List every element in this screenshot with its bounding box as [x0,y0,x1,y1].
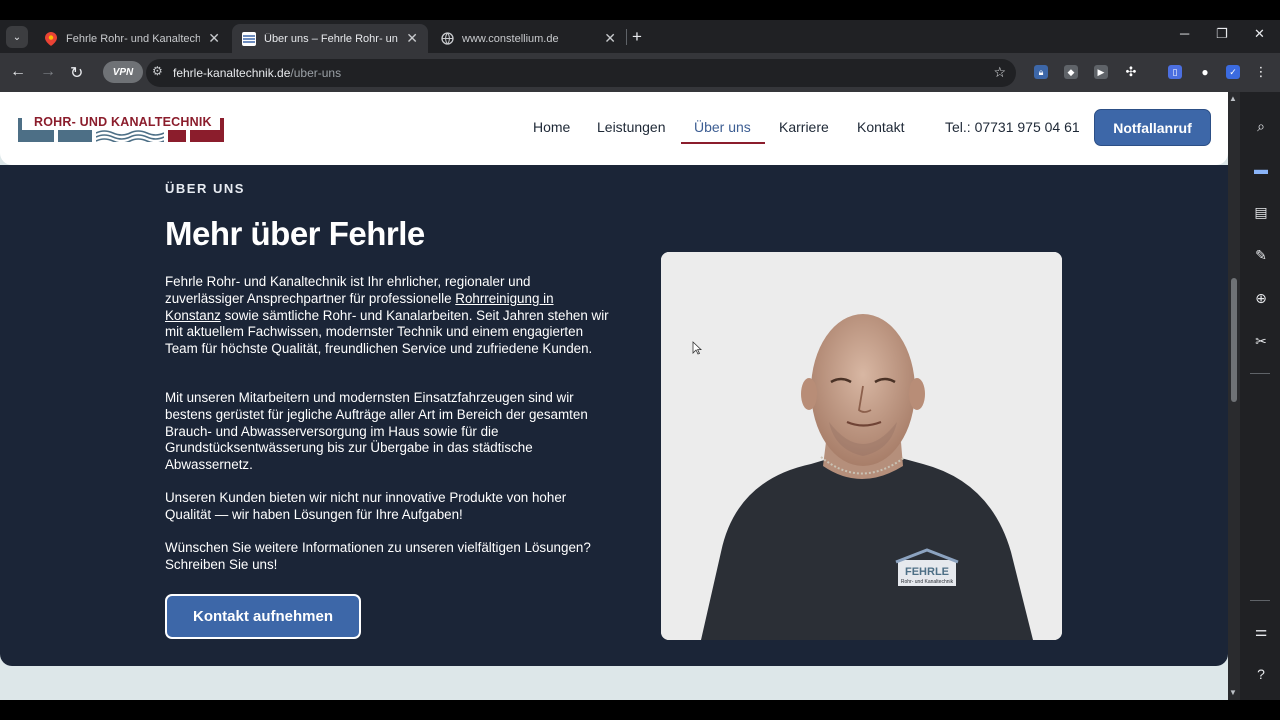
back-icon[interactable]: ← [10,63,26,81]
scroll-down-icon[interactable]: ▼ [1229,688,1237,697]
logo-blue-segment [18,130,54,142]
more-menu-icon[interactable]: ⋮ [1254,64,1268,79]
site-favicon-icon [242,31,256,46]
team-member-photo: FEHRLE Rohr- und Kanaltechnik [661,252,1062,640]
page-title: Mehr über Fehrle [165,215,425,252]
mouse-cursor-icon [692,341,702,355]
nav-kontakt[interactable]: Kontakt [857,119,904,135]
address-bar[interactable]: ⚙ fehrle-kanaltechnik.de/uber-uns ☆ [146,59,1016,87]
close-window-icon[interactable]: ✕ [1254,26,1265,42]
sidebar-toggle-icon[interactable]: ▯ [1168,65,1182,79]
url-host: fehrle-kanaltechnik.de [173,66,291,80]
portrait-illustration: FEHRLE Rohr- und Kanaltechnik [661,252,1062,640]
profile-icon[interactable]: ● [1198,65,1212,79]
contact-invite-paragraph: Wünschen Sie weitere Informationen zu un… [165,540,591,572]
screen-bottom-bar [0,700,1280,720]
logo-text: ROHR- UND KANALTECHNIK [34,115,212,129]
bookmark-star-icon[interactable]: ☆ [993,64,1006,81]
nav-leistungen[interactable]: Leistungen [597,119,666,135]
team-paragraph: Mit unseren Mitarbeitern und modernsten … [165,390,588,473]
logo-red-segment [168,130,186,142]
solutions-paragraph: Unseren Kunden bieten wir nicht nur inno… [165,490,567,522]
company-logo[interactable]: ROHR- UND KANALTECHNIK [18,112,224,144]
extensions-puzzle-icon[interactable]: ✣ [1124,64,1138,79]
password-manager-icon[interactable]: ✓ [1226,65,1240,79]
tab-ueber-uns[interactable]: Über uns – Fehrle Rohr- und Ka ✕ [232,24,428,53]
logo-red-segment [190,130,224,142]
video-extension-icon[interactable]: ▶ [1094,65,1108,79]
url-text: fehrle-kanaltechnik.de/uber-uns [173,66,341,80]
tab-search-button[interactable]: ⌄ [6,26,28,48]
close-tab-icon[interactable]: ✕ [208,30,220,47]
side-separator [1250,373,1270,374]
minimize-icon[interactable]: ─ [1180,26,1189,41]
new-tab-icon[interactable]: + [632,27,642,47]
reading-list-icon[interactable]: ▤ [1252,203,1270,221]
tab-title: Über uns – Fehrle Rohr- und Ka [264,32,398,45]
tab-constellium[interactable]: www.constellium.de ✕ [430,24,626,53]
url-path: /uber-uns [290,66,342,80]
scroll-up-icon[interactable]: ▲ [1229,94,1237,103]
page-viewport: ROHR- UND KANALTECHNIK Home Leistungen Ü… [0,92,1228,700]
phone-link[interactable]: Tel.: 07731 975 04 61 [945,119,1080,135]
contact-button[interactable]: Kontakt aufnehmen [165,594,361,639]
shirt-logo-subtext: Rohr- und Kanaltechnik [901,579,954,585]
lock-extension-icon[interactable]: 🔒︎ [1034,65,1048,79]
section-eyebrow: ÜBER UNS [165,181,245,196]
help-icon[interactable]: ? [1252,665,1270,683]
chat-icon[interactable]: ▬ [1252,160,1270,178]
intro-text-end: sowie sämtliche Rohr- und Kanalarbeiten.… [165,307,609,357]
vpn-badge[interactable]: VPN [103,61,143,83]
map-pin-icon [44,31,58,46]
nav-karriere[interactable]: Karriere [779,119,829,135]
active-nav-underline [681,142,765,144]
site-header: ROHR- UND KANALTECHNIK Home Leistungen Ü… [0,92,1228,165]
scrollbar-thumb[interactable] [1231,278,1237,402]
emergency-call-button[interactable]: Notfallanruf [1094,109,1211,146]
about-section: ÜBER UNS Mehr über Fehrle Fehrle Rohr- u… [0,165,1228,666]
games-icon[interactable]: ⊕ [1252,289,1270,307]
shield-extension-icon[interactable]: ◆ [1064,65,1078,79]
tab-separator [626,29,627,45]
globe-icon [440,32,454,46]
tab-title: Fehrle Rohr- und Kanaltechnik [66,32,201,45]
logo-wave-icon [96,130,164,142]
close-tab-icon[interactable]: ✕ [604,30,616,47]
tools-icon[interactable]: ✂ [1252,332,1270,350]
restore-icon[interactable]: ❐ [1216,26,1228,42]
side-separator [1250,600,1270,601]
intro-paragraph: Fehrle Rohr- und Kanaltechnik ist Ihr eh… [165,274,610,358]
shirt-logo-text: FEHRLE [905,566,949,578]
logo-blue-segment [58,130,92,142]
page-scrollbar[interactable]: ▲ ▼ [1228,92,1240,700]
customize-icon[interactable]: ⚌ [1252,622,1270,640]
browser-toolbar: ← → ↻ VPN ⚙ fehrle-kanaltechnik.de/uber-… [0,53,1280,92]
tab-title: www.constellium.de [462,32,559,45]
screen-top-bar [0,0,1280,20]
nav-ueber-uns[interactable]: Über uns [694,119,751,135]
browser-side-panel: ▲ ▼ ⌕ ▬ ▤ ✎ ⊕ ✂ ⚌ ? [1228,92,1280,700]
forward-icon[interactable]: → [40,63,56,81]
notes-icon[interactable]: ✎ [1252,246,1270,264]
close-tab-icon[interactable]: ✕ [406,30,418,47]
logo-right-bar [220,118,224,142]
tab-fehrle-home[interactable]: Fehrle Rohr- und Kanaltechnik ✕ [34,24,230,53]
reload-icon[interactable]: ↻ [70,63,83,83]
nav-home[interactable]: Home [533,119,570,135]
search-icon[interactable]: ⌕ [1252,117,1270,135]
site-settings-icon[interactable]: ⚙ [152,64,163,78]
